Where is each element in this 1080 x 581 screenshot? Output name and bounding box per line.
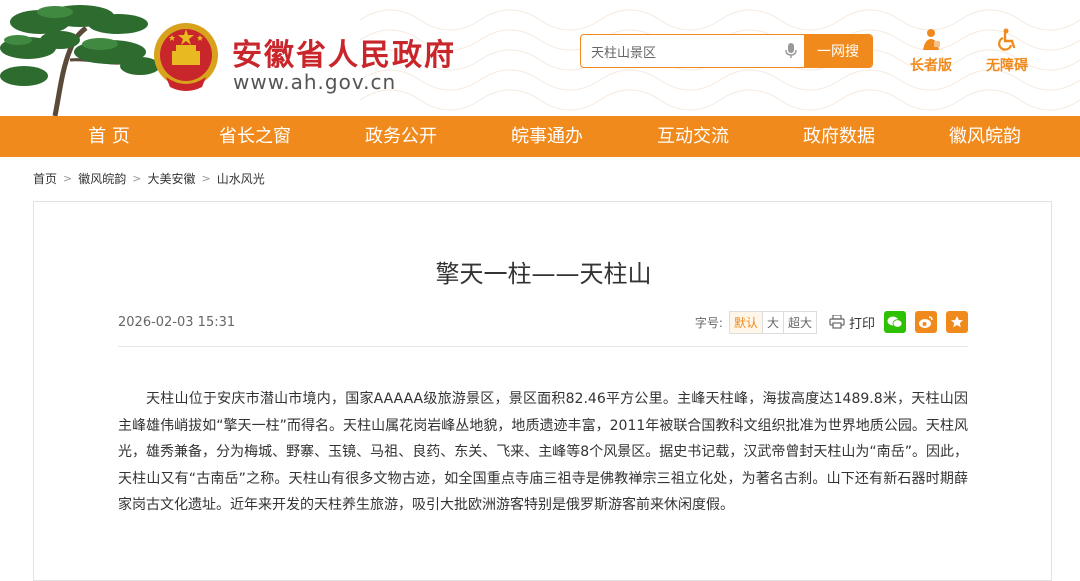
breadcrumb: 首页 > 徽风皖韵 > 大美安徽 > 山水风光 (0, 157, 1080, 199)
elder-mode-label: 长者版 (910, 58, 952, 74)
nav-item-disclosure[interactable]: 政务公开 (328, 116, 474, 157)
main-nav: 首 页 省长之窗 政务公开 皖事通办 互动交流 政府数据 徽风皖韵 (0, 116, 1080, 157)
chevron-right-icon: > (201, 171, 211, 185)
nav-item-data[interactable]: 政府数据 (766, 116, 912, 157)
article-body: 天柱山位于安庆市潜山市境内，国家AAAAA级旅游景区，景区面积82.46平方公里… (118, 391, 968, 513)
nav-item-interaction[interactable]: 互动交流 (620, 116, 766, 157)
elder-mode-button[interactable]: 长者版 (904, 28, 958, 75)
site-url[interactable]: www.ah.gov.cn (233, 70, 396, 94)
chevron-right-icon: > (132, 171, 142, 185)
search-input[interactable] (581, 35, 778, 67)
wheelchair-icon (998, 28, 1016, 51)
site-header: 安徽省人民政府 www.ah.gov.cn 一网搜 长者版 无障碍 (0, 0, 1080, 116)
nav-item-governor[interactable]: 省长之窗 (182, 116, 328, 157)
breadcrumb-home[interactable]: 首页 (33, 170, 57, 187)
breadcrumb-beautiful-anhui[interactable]: 大美安徽 (147, 170, 195, 187)
print-button[interactable]: 打印 (829, 313, 875, 332)
article-tools: 字号: 默认 大 超大 打印 (694, 310, 968, 334)
star-icon[interactable] (946, 311, 968, 333)
elder-icon (923, 29, 940, 50)
divider (118, 346, 968, 347)
nav-item-home[interactable]: 首 页 (36, 116, 182, 157)
article-panel: 擎天一柱——天柱山 2026-02-03 15:31 字号: 默认 大 超大 打… (33, 201, 1052, 581)
nav-item-culture[interactable]: 徽风皖韵 (912, 116, 1058, 157)
article-title: 擎天一柱——天柱山 (435, 260, 652, 288)
breadcrumb-scenery[interactable]: 山水风光 (217, 170, 265, 187)
font-size-xlarge[interactable]: 超大 (784, 312, 816, 333)
site-title[interactable]: 安徽省人民政府 (232, 30, 456, 74)
font-size-label: 字号: (694, 315, 723, 330)
search-button[interactable]: 一网搜 (804, 35, 872, 67)
weibo-icon[interactable] (915, 311, 937, 333)
accessibility-button[interactable]: 无障碍 (980, 28, 1034, 75)
article-meta: 2026-02-03 15:31 字号: 默认 大 超大 打印 (118, 310, 968, 334)
nav-item-services[interactable]: 皖事通办 (474, 116, 620, 157)
publish-date: 2026-02-03 15:31 (118, 314, 236, 330)
font-size-large[interactable]: 大 (763, 311, 784, 333)
search-bar: 一网搜 (580, 34, 873, 68)
font-size-switcher: 默认 大 超大 (728, 310, 817, 334)
breadcrumb-culture[interactable]: 徽风皖韵 (78, 170, 126, 187)
national-emblem-icon (154, 23, 218, 91)
wechat-icon[interactable] (884, 311, 906, 333)
mic-icon[interactable] (778, 35, 804, 67)
print-label: 打印 (848, 316, 875, 332)
print-icon (829, 315, 845, 329)
chevron-right-icon: > (63, 171, 73, 185)
accessibility-label: 无障碍 (986, 58, 1028, 74)
font-size-default[interactable]: 默认 (729, 311, 763, 333)
pine-tree-icon (0, 5, 160, 116)
